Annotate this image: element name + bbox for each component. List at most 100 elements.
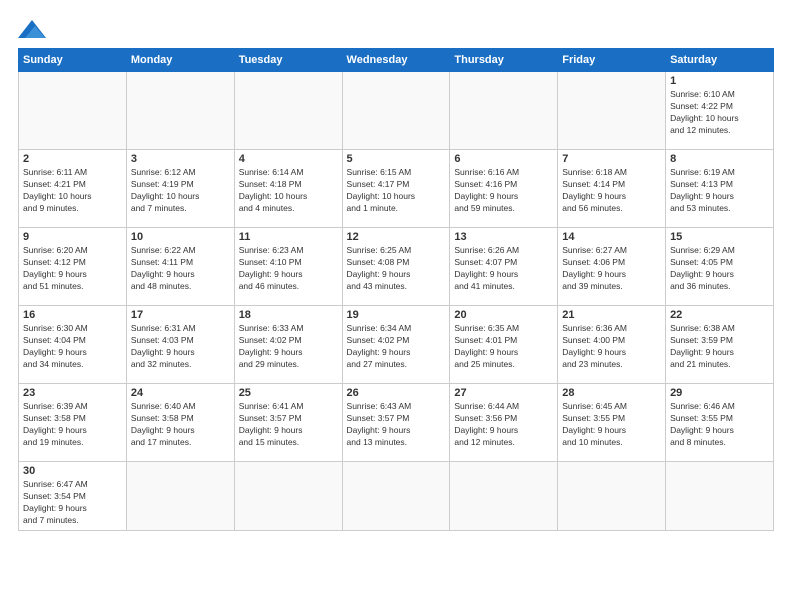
weekday-header-sunday: Sunday	[19, 49, 127, 72]
week-row-5: 23 Sunrise: 6:39 AM Sunset: 3:58 PM Dayli…	[19, 384, 774, 462]
day-info: Sunrise: 6:38 AM Sunset: 3:59 PM Dayligh…	[670, 323, 769, 371]
day-number: 5	[347, 153, 446, 165]
day-number: 21	[562, 309, 661, 321]
day-number: 29	[670, 387, 769, 399]
calendar-cell: 2 Sunrise: 6:11 AM Sunset: 4:21 PM Daylig…	[19, 150, 127, 228]
calendar-cell: 6 Sunrise: 6:16 AM Sunset: 4:16 PM Daylig…	[450, 150, 558, 228]
day-info: Sunrise: 6:15 AM Sunset: 4:17 PM Dayligh…	[347, 167, 446, 215]
weekday-header-thursday: Thursday	[450, 49, 558, 72]
day-number: 24	[131, 387, 230, 399]
weekday-header-monday: Monday	[126, 49, 234, 72]
day-info: Sunrise: 6:39 AM Sunset: 3:58 PM Dayligh…	[23, 401, 122, 449]
logo-icon	[18, 20, 46, 38]
weekday-header-tuesday: Tuesday	[234, 49, 342, 72]
calendar-cell: 23 Sunrise: 6:39 AM Sunset: 3:58 PM Dayli…	[19, 384, 127, 462]
day-info: Sunrise: 6:36 AM Sunset: 4:00 PM Dayligh…	[562, 323, 661, 371]
day-number: 13	[454, 231, 553, 243]
calendar-cell: 14 Sunrise: 6:27 AM Sunset: 4:06 PM Dayli…	[558, 228, 666, 306]
day-number: 16	[23, 309, 122, 321]
calendar-cell	[450, 462, 558, 531]
day-info: Sunrise: 6:16 AM Sunset: 4:16 PM Dayligh…	[454, 167, 553, 215]
calendar-cell: 27 Sunrise: 6:44 AM Sunset: 3:56 PM Dayli…	[450, 384, 558, 462]
calendar-cell: 26 Sunrise: 6:43 AM Sunset: 3:57 PM Dayli…	[342, 384, 450, 462]
day-number: 18	[239, 309, 338, 321]
calendar-cell: 5 Sunrise: 6:15 AM Sunset: 4:17 PM Daylig…	[342, 150, 450, 228]
day-number: 20	[454, 309, 553, 321]
day-number: 10	[131, 231, 230, 243]
day-info: Sunrise: 6:34 AM Sunset: 4:02 PM Dayligh…	[347, 323, 446, 371]
day-number: 19	[347, 309, 446, 321]
day-info: Sunrise: 6:30 AM Sunset: 4:04 PM Dayligh…	[23, 323, 122, 371]
day-number: 12	[347, 231, 446, 243]
day-info: Sunrise: 6:29 AM Sunset: 4:05 PM Dayligh…	[670, 245, 769, 293]
calendar-cell	[666, 462, 774, 531]
day-info: Sunrise: 6:10 AM Sunset: 4:22 PM Dayligh…	[670, 89, 769, 137]
day-info: Sunrise: 6:22 AM Sunset: 4:11 PM Dayligh…	[131, 245, 230, 293]
day-info: Sunrise: 6:47 AM Sunset: 3:54 PM Dayligh…	[23, 479, 122, 527]
calendar-cell: 29 Sunrise: 6:46 AM Sunset: 3:55 PM Dayli…	[666, 384, 774, 462]
header	[18, 18, 774, 38]
calendar-cell: 30 Sunrise: 6:47 AM Sunset: 3:54 PM Dayli…	[19, 462, 127, 531]
calendar-cell: 20 Sunrise: 6:35 AM Sunset: 4:01 PM Dayli…	[450, 306, 558, 384]
calendar-cell: 18 Sunrise: 6:33 AM Sunset: 4:02 PM Dayli…	[234, 306, 342, 384]
calendar-cell: 24 Sunrise: 6:40 AM Sunset: 3:58 PM Dayli…	[126, 384, 234, 462]
day-info: Sunrise: 6:19 AM Sunset: 4:13 PM Dayligh…	[670, 167, 769, 215]
day-info: Sunrise: 6:20 AM Sunset: 4:12 PM Dayligh…	[23, 245, 122, 293]
day-info: Sunrise: 6:35 AM Sunset: 4:01 PM Dayligh…	[454, 323, 553, 371]
day-number: 25	[239, 387, 338, 399]
day-info: Sunrise: 6:33 AM Sunset: 4:02 PM Dayligh…	[239, 323, 338, 371]
day-number: 11	[239, 231, 338, 243]
day-info: Sunrise: 6:31 AM Sunset: 4:03 PM Dayligh…	[131, 323, 230, 371]
calendar-cell: 28Sunrise: 6:45 AM Sunset: 3:55 PM Dayli…	[558, 384, 666, 462]
day-number: 23	[23, 387, 122, 399]
week-row-4: 16 Sunrise: 6:30 AM Sunset: 4:04 PM Dayli…	[19, 306, 774, 384]
day-number: 15	[670, 231, 769, 243]
day-number: 4	[239, 153, 338, 165]
day-info: Sunrise: 6:44 AM Sunset: 3:56 PM Dayligh…	[454, 401, 553, 449]
calendar-cell	[450, 72, 558, 150]
calendar-cell	[234, 72, 342, 150]
week-row-6: 30 Sunrise: 6:47 AM Sunset: 3:54 PM Dayli…	[19, 462, 774, 531]
day-number: 14	[562, 231, 661, 243]
weekday-header-friday: Friday	[558, 49, 666, 72]
calendar-cell	[342, 72, 450, 150]
calendar-cell: 16 Sunrise: 6:30 AM Sunset: 4:04 PM Dayli…	[19, 306, 127, 384]
day-info: Sunrise: 6:43 AM Sunset: 3:57 PM Dayligh…	[347, 401, 446, 449]
calendar-cell: 8Sunrise: 6:19 AM Sunset: 4:13 PM Daylig…	[666, 150, 774, 228]
calendar-cell	[19, 72, 127, 150]
day-info: Sunrise: 6:46 AM Sunset: 3:55 PM Dayligh…	[670, 401, 769, 449]
week-row-3: 9Sunrise: 6:20 AM Sunset: 4:12 PM Daylig…	[19, 228, 774, 306]
day-number: 2	[23, 153, 122, 165]
day-info: Sunrise: 6:27 AM Sunset: 4:06 PM Dayligh…	[562, 245, 661, 293]
day-number: 27	[454, 387, 553, 399]
day-number: 22	[670, 309, 769, 321]
calendar-cell: 12Sunrise: 6:25 AM Sunset: 4:08 PM Dayli…	[342, 228, 450, 306]
day-number: 1	[670, 75, 769, 87]
logo	[18, 18, 46, 38]
day-number: 30	[23, 465, 122, 477]
calendar-cell: 9Sunrise: 6:20 AM Sunset: 4:12 PM Daylig…	[19, 228, 127, 306]
day-info: Sunrise: 6:40 AM Sunset: 3:58 PM Dayligh…	[131, 401, 230, 449]
calendar-table: SundayMondayTuesdayWednesdayThursdayFrid…	[18, 48, 774, 531]
day-info: Sunrise: 6:41 AM Sunset: 3:57 PM Dayligh…	[239, 401, 338, 449]
day-info: Sunrise: 6:23 AM Sunset: 4:10 PM Dayligh…	[239, 245, 338, 293]
weekday-header-row: SundayMondayTuesdayWednesdayThursdayFrid…	[19, 49, 774, 72]
calendar-cell	[558, 462, 666, 531]
day-number: 7	[562, 153, 661, 165]
calendar-cell: 7Sunrise: 6:18 AM Sunset: 4:14 PM Daylig…	[558, 150, 666, 228]
day-number: 26	[347, 387, 446, 399]
calendar-cell	[342, 462, 450, 531]
day-number: 6	[454, 153, 553, 165]
calendar-cell: 22 Sunrise: 6:38 AM Sunset: 3:59 PM Dayli…	[666, 306, 774, 384]
day-info: Sunrise: 6:12 AM Sunset: 4:19 PM Dayligh…	[131, 167, 230, 215]
page: SundayMondayTuesdayWednesdayThursdayFrid…	[0, 0, 792, 612]
day-number: 3	[131, 153, 230, 165]
day-info: Sunrise: 6:26 AM Sunset: 4:07 PM Dayligh…	[454, 245, 553, 293]
calendar-cell: 3 Sunrise: 6:12 AM Sunset: 4:19 PM Daylig…	[126, 150, 234, 228]
calendar-cell: 10 Sunrise: 6:22 AM Sunset: 4:11 PM Dayli…	[126, 228, 234, 306]
day-info: Sunrise: 6:11 AM Sunset: 4:21 PM Dayligh…	[23, 167, 122, 215]
day-info: Sunrise: 6:45 AM Sunset: 3:55 PM Dayligh…	[562, 401, 661, 449]
calendar-cell: 21 Sunrise: 6:36 AM Sunset: 4:00 PM Dayli…	[558, 306, 666, 384]
week-row-2: 2 Sunrise: 6:11 AM Sunset: 4:21 PM Daylig…	[19, 150, 774, 228]
calendar-cell	[126, 462, 234, 531]
